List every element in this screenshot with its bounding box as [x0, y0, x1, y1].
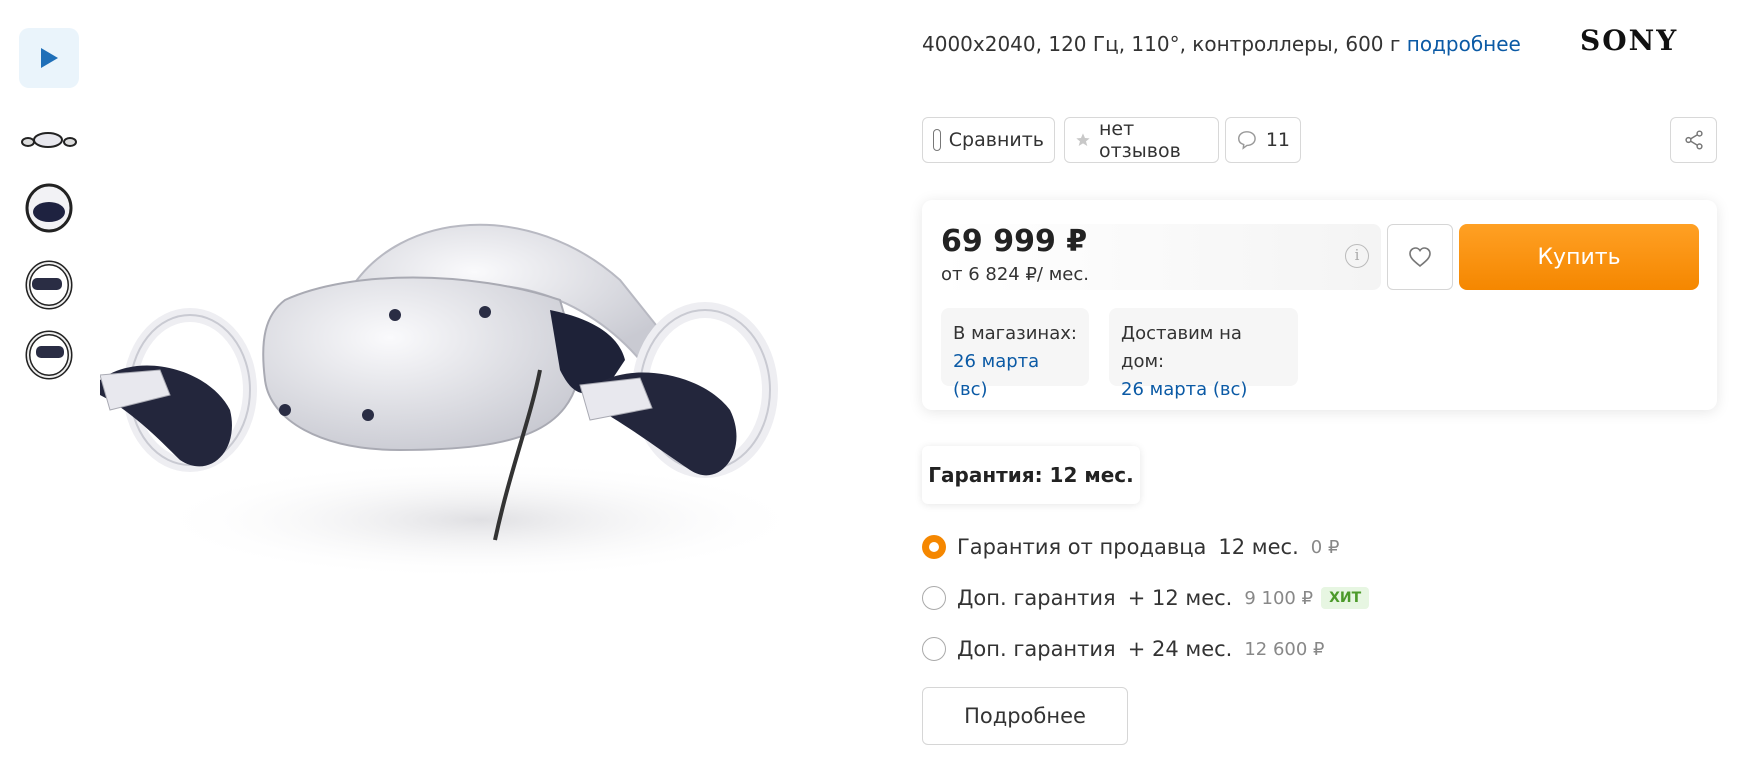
controller-icon — [25, 260, 73, 310]
headset-thumbnail-icon — [21, 132, 77, 148]
delivery-date[interactable]: 26 марта (вс) — [1121, 376, 1286, 404]
warranty-option-term: 12 мес. — [1218, 535, 1299, 559]
reviews-label: нет отзывов — [1098, 118, 1181, 162]
compare-label: Сравнить — [948, 129, 1044, 151]
video-thumbnail[interactable] — [19, 28, 79, 88]
questions-button[interactable]: 11 — [1225, 117, 1301, 163]
thumbnail-headset-side[interactable] — [19, 110, 79, 170]
chat-icon — [1237, 131, 1256, 150]
compare-button[interactable]: Сравнить — [922, 117, 1055, 163]
thumbnail-controller-right[interactable] — [19, 255, 79, 315]
share-icon — [1684, 130, 1703, 150]
specs-more-link[interactable]: подробнее — [1407, 32, 1521, 56]
play-icon — [41, 48, 58, 68]
warranty-option-term: + 24 мес. — [1127, 637, 1233, 661]
monthly-payment[interactable]: от 6 824 ₽/ мес. — [941, 264, 1089, 285]
stores-label: В магазинах: — [953, 323, 1077, 344]
stores-date[interactable]: 26 марта (вс) — [953, 348, 1077, 404]
warranty-tab[interactable]: Гарантия: 12 мес. — [922, 446, 1140, 504]
thumbnail-controller-left[interactable] — [19, 325, 79, 385]
price-box: 69 999 ₽ от 6 824 ₽/ мес. i — [941, 224, 1381, 290]
warranty-option-name: Доп. гарантия — [957, 586, 1116, 610]
delivery-label: Доставим на дом: — [1121, 323, 1242, 372]
share-button[interactable] — [1670, 117, 1717, 163]
reviews-button[interactable]: нет отзывов — [1064, 117, 1219, 163]
controller-icon — [25, 330, 73, 380]
heart-icon — [1409, 247, 1431, 268]
warranty-option-name: Гарантия от продавца — [957, 535, 1207, 559]
warranty-option-seller[interactable]: Гарантия от продавца 12 мес. 0 ₽ — [922, 532, 1339, 562]
star-icon — [1076, 133, 1090, 146]
home-delivery[interactable]: Доставим на дом: 26 марта (вс) — [1109, 308, 1298, 400]
warranty-option-cost: 12 600 ₽ — [1244, 638, 1325, 660]
info-icon[interactable]: i — [1345, 244, 1369, 268]
questions-count: 11 — [1265, 129, 1290, 151]
warranty-radio[interactable] — [922, 586, 946, 610]
specs-text: 4000x2040, 120 Гц, 110°, контроллеры, 60… — [922, 32, 1401, 56]
warranty-radio[interactable] — [922, 637, 946, 661]
warranty-more-button[interactable]: Подробнее — [922, 687, 1128, 745]
warranty-option-extra-24[interactable]: Доп. гарантия + 24 мес. 12 600 ₽ — [922, 634, 1325, 664]
hit-badge: ХИТ — [1321, 587, 1370, 609]
price-card: 69 999 ₽ от 6 824 ₽/ мес. i Купить В маг… — [922, 200, 1717, 410]
compare-checkbox[interactable] — [933, 129, 941, 151]
brand-logo[interactable]: SONY — [1580, 24, 1678, 57]
thumbnail-headset-front[interactable] — [19, 177, 79, 237]
headset-front-icon — [25, 183, 73, 233]
warranty-radio-selected[interactable] — [922, 535, 946, 559]
warranty-option-term: + 12 мес. — [1127, 586, 1233, 610]
store-availability[interactable]: В магазинах: 26 марта (вс) — [941, 308, 1089, 400]
warranty-option-cost: 9 100 ₽ — [1244, 587, 1314, 609]
warranty-option-cost: 0 ₽ — [1310, 536, 1340, 558]
product-image[interactable] — [100, 220, 870, 620]
product-specs: 4000x2040, 120 Гц, 110°, контроллеры, 60… — [922, 32, 1521, 56]
warranty-option-name: Доп. гарантия — [957, 637, 1116, 661]
buy-button[interactable]: Купить — [1459, 224, 1699, 290]
price: 69 999 ₽ — [941, 224, 1088, 259]
favorite-button[interactable] — [1387, 224, 1453, 290]
warranty-option-extra-12[interactable]: Доп. гарантия + 12 мес. 9 100 ₽ ХИТ — [922, 583, 1370, 613]
